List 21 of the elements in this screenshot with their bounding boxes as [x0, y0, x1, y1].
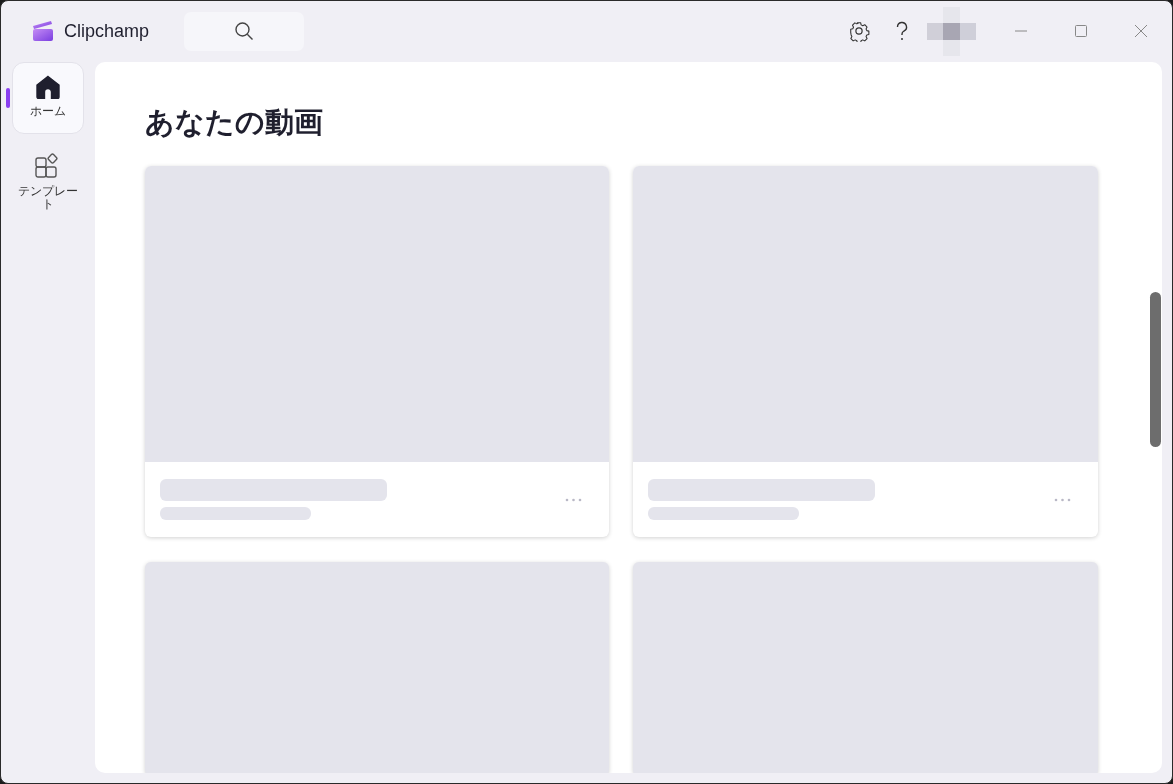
page-heading: あなたの動画 [145, 104, 324, 141]
help-icon[interactable] [895, 21, 909, 41]
more-options-icon[interactable] [565, 497, 582, 502]
video-card-placeholder[interactable] [145, 562, 609, 773]
video-card-placeholder[interactable] [633, 562, 1098, 773]
close-icon[interactable] [1135, 25, 1147, 37]
maximize-icon[interactable] [1075, 25, 1087, 37]
more-options-icon[interactable] [1054, 497, 1071, 502]
settings-icon[interactable] [848, 20, 870, 42]
sidebar-item[interactable]: ホーム [12, 62, 84, 134]
templates-icon [35, 153, 61, 179]
sidebar-item[interactable]: テンプレート [12, 140, 84, 217]
search-icon [234, 21, 254, 41]
pixelated-avatar[interactable] [927, 6, 976, 56]
home-icon [36, 75, 60, 99]
video-card-placeholder[interactable] [145, 166, 609, 537]
video-card-placeholder[interactable] [633, 166, 1098, 537]
app-name: Clipchamp [64, 20, 150, 42]
scrollbar-thumb[interactable] [1150, 292, 1161, 447]
clapperboard-logo-icon [32, 20, 54, 42]
search-button[interactable] [184, 11, 304, 51]
